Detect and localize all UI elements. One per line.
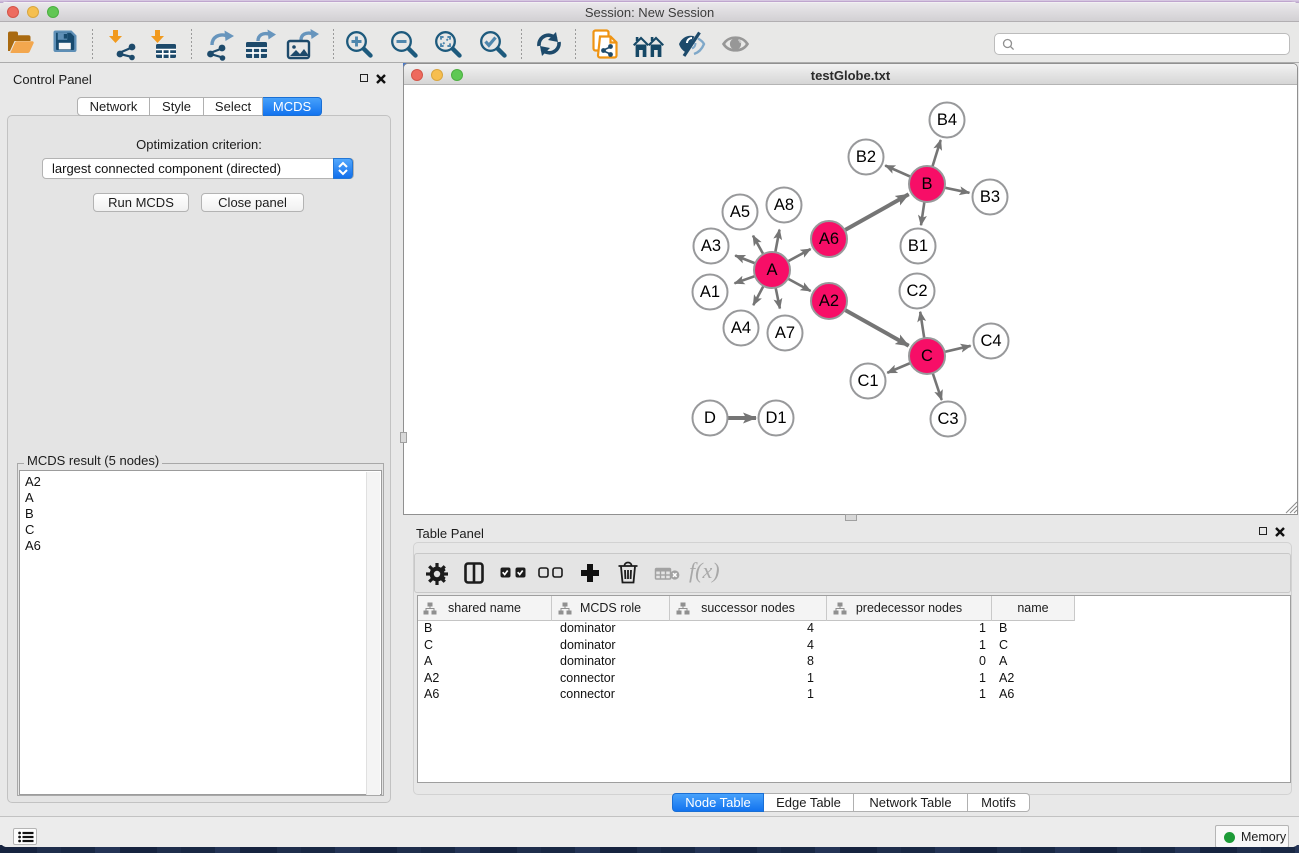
svg-text:C4: C4: [980, 332, 1001, 350]
svg-text:A1: A1: [700, 283, 720, 301]
svg-text:A6: A6: [819, 230, 839, 248]
svg-text:A4: A4: [731, 319, 751, 337]
svg-text:A8: A8: [774, 196, 794, 214]
svg-text:A3: A3: [701, 237, 721, 255]
svg-text:C: C: [921, 347, 933, 365]
svg-text:B: B: [921, 175, 932, 193]
svg-text:B1: B1: [908, 237, 928, 255]
svg-text:A2: A2: [819, 292, 839, 310]
svg-text:A5: A5: [730, 203, 750, 221]
svg-text:A7: A7: [775, 324, 795, 342]
svg-text:B3: B3: [980, 188, 1000, 206]
svg-text:C2: C2: [906, 282, 927, 300]
svg-text:D1: D1: [765, 409, 786, 427]
svg-text:A: A: [766, 261, 777, 279]
svg-text:C3: C3: [937, 410, 958, 428]
svg-text:D: D: [704, 409, 716, 427]
svg-text:C1: C1: [857, 372, 878, 390]
svg-text:B2: B2: [856, 148, 876, 166]
svg-text:B4: B4: [937, 111, 957, 129]
